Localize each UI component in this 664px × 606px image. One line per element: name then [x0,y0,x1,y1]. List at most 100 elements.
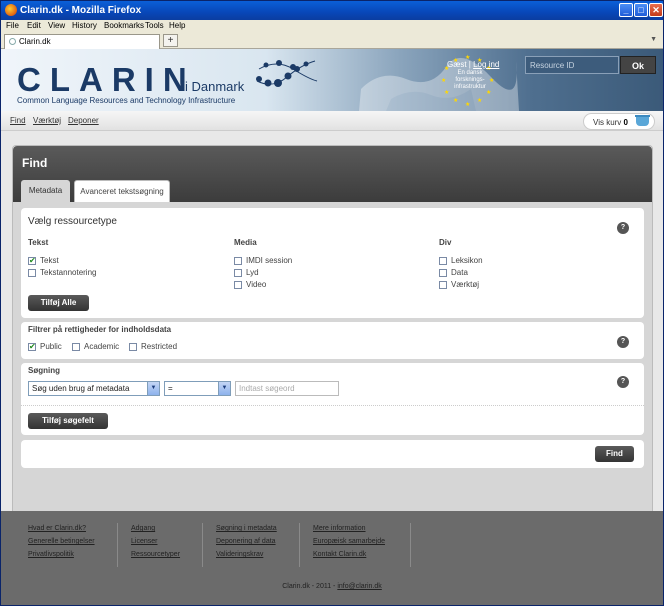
chevron-down-icon: ▼ [218,382,230,395]
search-field-select[interactable]: Søg uden brug af metadata ▼ [28,381,160,396]
checkbox-leksikon-label: Leksikon [451,256,483,265]
add-all-button[interactable]: Tilføj Alle [28,295,89,311]
tab-list-arrow-icon[interactable]: ▼ [650,36,657,43]
footer-link[interactable]: Kontakt Clarin.dk [313,551,385,559]
checkbox-restricted-label: Restricted [141,342,178,351]
checkbox-vaerktoej-label: Værktøj [451,280,479,289]
user-status: Gæst | Log ind [447,60,500,69]
operator-value: = [168,384,173,393]
checkbox-data[interactable] [439,269,447,277]
search-field-value: Søg uden brug af metadata [32,384,130,393]
site-header: CLARIN i Danmark Common Language Resourc… [1,49,663,111]
nav-find[interactable]: Find [10,116,26,125]
menu-bookmarks[interactable]: Bookmarks [104,21,144,30]
operator-select[interactable]: = ▼ [164,381,231,396]
checkbox-imdi-session[interactable] [234,257,242,265]
menu-tools[interactable]: Tools [145,21,164,30]
cart-button[interactable]: Vis kurv 0 [583,113,655,130]
checkbox-public-label: Public [40,342,62,351]
nav-deposit[interactable]: Deponer [68,116,99,125]
footer-link[interactable]: Valideringskrav [216,551,277,559]
cart-count: 0 [623,118,628,127]
menu-view[interactable]: View [48,21,65,30]
network-dots-logo-icon [256,60,318,87]
search-title: Søgning [28,366,60,375]
col-media-heading: Media [234,238,257,247]
menu-history[interactable]: History [72,21,97,30]
rights-title: Filtrer på rettigheder for indholdsdata [28,325,172,334]
find-button[interactable]: Find [595,446,634,462]
footer-link[interactable]: Ressourcetyper [131,551,180,559]
find-panel-title: Find [22,156,48,170]
search-term-input[interactable]: Indtast søgeord [235,381,339,396]
copyright-text: Clarin.dk - 2011 - [282,583,338,590]
footer-link[interactable]: Licenser [131,538,180,546]
checkbox-tekst[interactable] [28,256,36,265]
chevron-down-icon: ▼ [147,382,159,395]
checkbox-lyd[interactable] [234,269,242,277]
menu-help[interactable]: Help [169,21,185,30]
checkbox-tekstannotering[interactable] [28,269,36,277]
footer-link[interactable]: Søgning i metadata [216,525,277,533]
checkbox-public[interactable] [28,342,36,351]
footer-divider [299,523,300,567]
checkbox-academic-label: Academic [84,342,120,351]
nav-tools[interactable]: Værktøj [33,116,61,125]
checkbox-leksikon[interactable] [439,257,447,265]
tab-advanced-text-search[interactable]: Avanceret tekstsøgning [74,180,170,202]
footer-link[interactable]: Adgang [131,525,180,533]
new-tab-button[interactable]: + [163,34,178,47]
browser-tab[interactable]: Clarin.dk [4,34,160,49]
footer-divider [202,523,203,567]
help-icon[interactable]: ? [617,336,629,348]
find-panel: Find Metadata Avanceret tekstsøgning Væl… [12,145,653,534]
help-icon[interactable]: ? [617,376,629,388]
resource-id-input[interactable]: Resource ID [525,56,619,74]
checkbox-video[interactable] [234,281,242,289]
col-div-heading: Div [439,238,452,247]
checkbox-restricted[interactable] [129,343,137,351]
contact-email-link[interactable]: info@clarin.dk [337,583,381,590]
find-actions: Find [21,440,644,468]
footer-col-4: Mere information Europæisk samarbejde Ko… [313,525,385,564]
menu-file[interactable]: File [6,21,19,30]
browser-tab-label: Clarin.dk [19,37,51,46]
web-page: CLARIN i Danmark Common Language Resourc… [1,49,663,605]
checkbox-lyd-label: Lyd [246,268,259,277]
footer-link[interactable]: Mere information [313,525,385,533]
checkbox-academic[interactable] [72,343,80,351]
divider [21,405,644,406]
add-search-field-button[interactable]: Tilføj søgefelt [28,413,108,429]
help-icon[interactable]: ? [617,222,629,234]
menu-edit[interactable]: Edit [27,21,41,30]
browser-window: Clarin.dk - Mozilla Firefox _ □ ✕ File E… [0,0,664,606]
login-link[interactable]: Log ind [473,60,499,69]
maximize-button[interactable]: □ [634,3,648,17]
checkbox-vaerktoej[interactable] [439,281,447,289]
footer-divider [117,523,118,567]
resource-type-title: Vælg ressourcetype [28,216,117,227]
find-panel-body: Vælg ressourcetype ? Tekst Media Div Tek… [13,202,652,533]
logo-suffix: i Danmark [185,79,245,94]
minimize-button[interactable]: _ [619,3,633,17]
checkbox-tekstannotering-label: Tekstannotering [40,268,97,277]
footer-link[interactable]: Generelle betingelser [28,538,95,546]
footer-link[interactable]: Hvad er Clarin.dk? [28,525,95,533]
checkbox-tekst-label: Tekst [40,256,59,265]
clarin-logo[interactable]: CLARIN [17,61,196,99]
menu-bar: File Edit View History Bookmarks Tools H… [1,20,663,32]
guest-label: Gæst [447,60,467,69]
footer-link[interactable]: Deponering af data [216,538,277,546]
checkbox-video-label: Video [246,280,267,289]
tab-metadata[interactable]: Metadata [21,180,70,202]
window-title: Clarin.dk - Mozilla Firefox [20,5,142,16]
close-button[interactable]: ✕ [649,3,663,17]
infrastructure-badge: En dansk forsknings- infrastruktur [454,70,486,90]
footer-link[interactable]: Europæisk samarbejde [313,538,385,546]
resource-ok-button[interactable]: Ok [620,56,656,74]
rights-section: Filtrer på rettigheder for indholdsdata … [21,322,644,359]
footer-link[interactable]: Privatlivspolitik [28,551,95,559]
site-nav: Find Værktøj Deponer Vis kurv 0 [1,111,663,131]
site-footer: Hvad er Clarin.dk? Generelle betingelser… [1,511,663,605]
footer-copyright: Clarin.dk - 2011 - info@clarin.dk [1,583,663,590]
